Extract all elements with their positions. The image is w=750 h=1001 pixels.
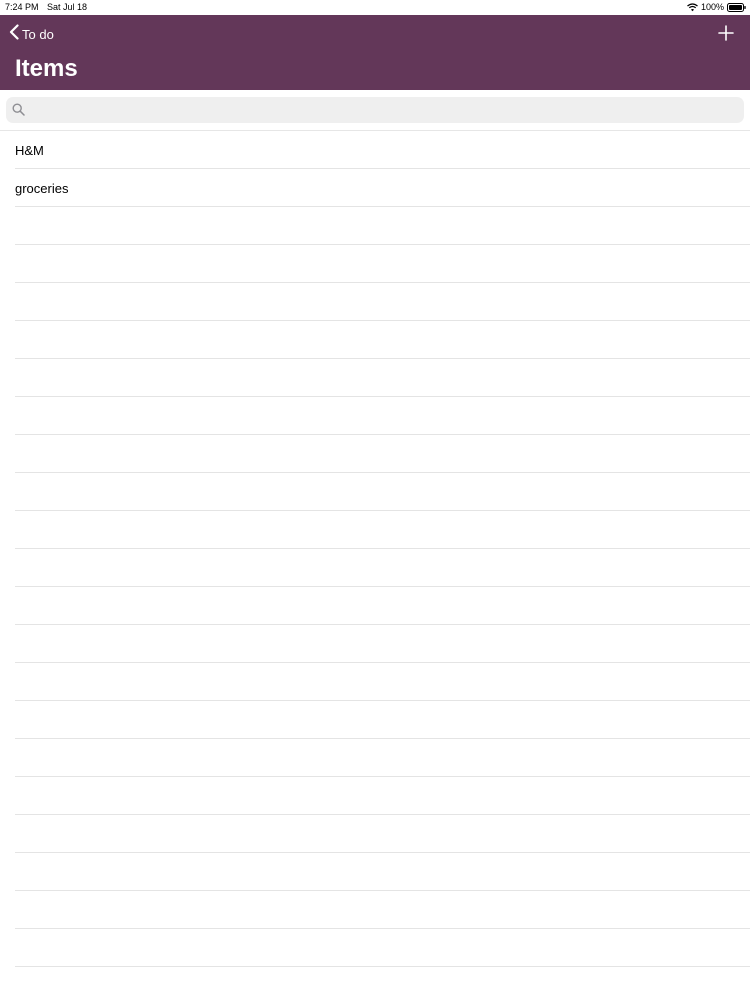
- empty-row: [0, 967, 750, 1001]
- empty-row: [0, 321, 750, 359]
- plus-icon: [718, 25, 734, 41]
- battery-icon: [727, 2, 746, 12]
- empty-row: [0, 777, 750, 815]
- status-date: Sat Jul 18: [47, 2, 88, 12]
- empty-row: [0, 511, 750, 549]
- empty-row: [0, 245, 750, 283]
- back-label: To do: [22, 26, 54, 42]
- empty-row: [0, 473, 750, 511]
- empty-row: [0, 549, 750, 587]
- empty-row: [0, 853, 750, 891]
- empty-row: [0, 701, 750, 739]
- empty-row: [0, 359, 750, 397]
- empty-row: [0, 891, 750, 929]
- empty-row: [0, 207, 750, 245]
- back-button[interactable]: To do: [9, 23, 54, 45]
- empty-row: [0, 283, 750, 321]
- status-right: 100%: [687, 2, 746, 12]
- empty-row: [0, 397, 750, 435]
- wifi-icon: [687, 2, 698, 12]
- empty-row: [0, 587, 750, 625]
- empty-row: [0, 663, 750, 701]
- add-item-button[interactable]: [718, 25, 734, 41]
- search-icon: [12, 103, 25, 121]
- status-time: 7:24 PM: [5, 2, 39, 12]
- search-input[interactable]: [31, 97, 731, 123]
- search-field[interactable]: [6, 97, 744, 123]
- chevron-left-icon: [9, 23, 19, 45]
- list-item-label: groceries: [15, 181, 69, 196]
- empty-row: [0, 625, 750, 663]
- list-item[interactable]: H&M: [0, 131, 750, 169]
- empty-row: [0, 815, 750, 853]
- page-title: Items: [15, 55, 78, 82]
- list-item-label: H&M: [15, 143, 44, 158]
- list-item[interactable]: groceries: [0, 169, 750, 207]
- navigation-bar: To do Items: [0, 15, 750, 90]
- empty-row: [0, 739, 750, 777]
- status-bar: 7:24 PM Sat Jul 18 100%: [0, 0, 750, 15]
- battery-percent: 100%: [700, 2, 724, 12]
- empty-row: [0, 435, 750, 473]
- empty-row: [0, 929, 750, 967]
- search-bar: [0, 90, 750, 130]
- items-list: H&M groceries: [0, 130, 750, 1001]
